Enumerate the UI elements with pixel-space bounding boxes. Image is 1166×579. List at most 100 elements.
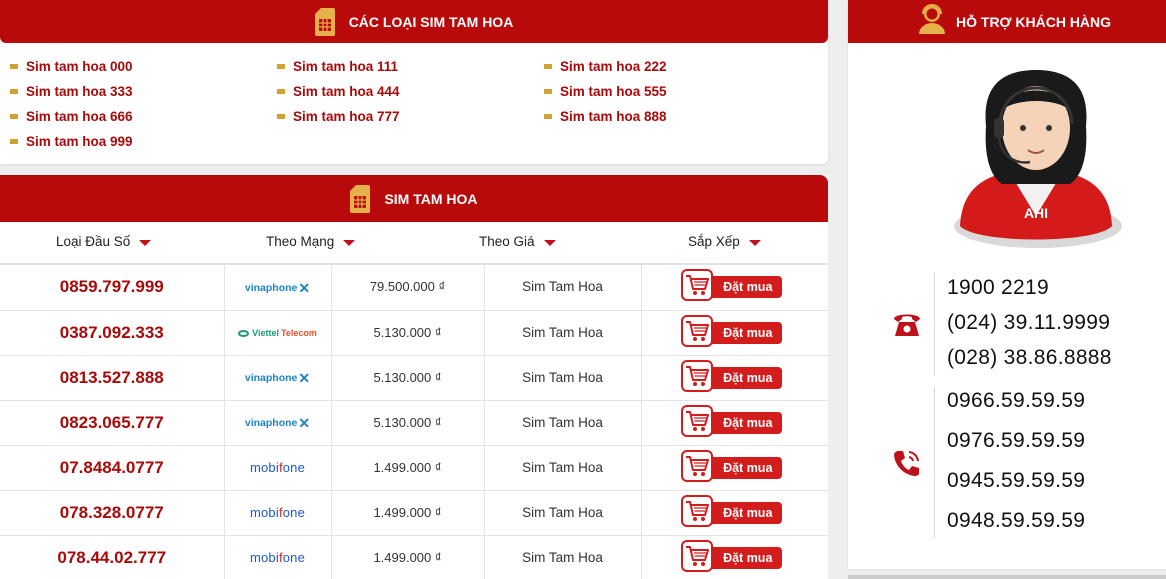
cell-buy: Đặt mua bbox=[641, 355, 828, 401]
sim-number-link[interactable]: 0387.092.333 bbox=[60, 323, 164, 342]
sim-table: 0859.797.999 vinaphone ✕ 79.500.000 ₫ Sim Ta… bbox=[0, 265, 828, 579]
landline-group: 1900 2219 (024) 39.11.9999 (028) 38.86.8… bbox=[848, 272, 1166, 376]
cell-buy: Đặt mua bbox=[641, 535, 828, 579]
sim-number-link[interactable]: 0813.527.888 bbox=[60, 368, 164, 387]
logo-text: mobi bbox=[249, 459, 279, 475]
cell-type: Sim Tam Hoa bbox=[484, 535, 642, 579]
category-link-999[interactable]: Sim tam hoa 999 bbox=[10, 134, 133, 149]
bullet-icon bbox=[10, 114, 18, 119]
mobile-number-2[interactable]: 0976.59.59.59 bbox=[947, 429, 1085, 453]
shopping-cart-icon bbox=[681, 359, 714, 392]
buy-button[interactable]: Đặt mua bbox=[681, 314, 783, 347]
caret-down-icon bbox=[343, 239, 356, 246]
hotline-number[interactable]: 1900 2219 bbox=[947, 276, 1049, 300]
cell-number: 078.44.02.777 bbox=[0, 535, 225, 579]
sim-number-link[interactable]: 0859.797.999 bbox=[60, 277, 164, 296]
sim-price: 5.130.000 ₫ bbox=[373, 324, 442, 340]
cell-type: Sim Tam Hoa bbox=[484, 355, 642, 401]
sim-row: 0813.527.888 vinaphone ✕ 5.130.000 ₫ Sim Tam… bbox=[0, 355, 828, 401]
cell-type: Sim Tam Hoa bbox=[484, 445, 642, 491]
category-label: Sim tam hoa 333 bbox=[26, 84, 133, 99]
category-link-333[interactable]: Sim tam hoa 333 bbox=[10, 84, 133, 99]
buy-button[interactable]: Đặt mua bbox=[681, 359, 783, 392]
sim-category-title: CÁC LOẠI SIM TAM HOA bbox=[348, 13, 514, 30]
cell-type: Sim Tam Hoa bbox=[484, 265, 642, 311]
sim-row: 0823.065.777 vinaphone ✕ 5.130.000 ₫ Sim Tam… bbox=[0, 400, 828, 446]
vinaphone-mark-icon: ✕ bbox=[298, 414, 311, 431]
logo-text: Viettel bbox=[252, 328, 279, 338]
filter-price-dropdown[interactable]: Theo Giá bbox=[479, 234, 556, 249]
sim-row: 078.44.02.777 mobifone 1.499.000 ₫ Sim Tam … bbox=[0, 535, 828, 579]
caret-down-icon bbox=[543, 239, 556, 246]
hcm-number[interactable]: (028) 38.86.8888 bbox=[947, 346, 1112, 370]
sim-number-link[interactable]: 0823.065.777 bbox=[60, 413, 164, 432]
sim-row: 0859.797.999 vinaphone ✕ 79.500.000 ₫ Sim Ta… bbox=[0, 265, 828, 311]
logo-text: one bbox=[282, 504, 306, 520]
category-link-222[interactable]: Sim tam hoa 222 bbox=[544, 59, 667, 74]
page: CÁC LOẠI SIM TAM HOA Sim tam hoa 000 Sim… bbox=[0, 0, 1166, 579]
sim-list-panel: SIM TAM HOA Loại Đầu Số Theo Mạng Theo G… bbox=[0, 175, 828, 579]
cell-network: vinaphone ✕ bbox=[224, 400, 332, 446]
vinaphone-logo: vinaphone ✕ bbox=[245, 370, 310, 387]
sim-number-link[interactable]: 078.328.0777 bbox=[60, 503, 164, 522]
category-label: Sim tam hoa 777 bbox=[293, 109, 400, 124]
category-link-888[interactable]: Sim tam hoa 888 bbox=[544, 109, 667, 124]
vinaphone-logo: vinaphone ✕ bbox=[245, 415, 310, 432]
mobile-number-3[interactable]: 0945.59.59.59 bbox=[947, 469, 1085, 493]
cell-price: 5.130.000 ₫ bbox=[331, 355, 485, 401]
filter-network-dropdown[interactable]: Theo Mạng bbox=[266, 234, 356, 249]
buy-button[interactable]: Đặt mua bbox=[681, 539, 783, 572]
cell-buy: Đặt mua bbox=[641, 400, 828, 446]
cell-number: 0387.092.333 bbox=[0, 310, 225, 356]
cell-buy: Đặt mua bbox=[641, 265, 828, 311]
logo-text: one bbox=[282, 459, 306, 475]
category-link-000[interactable]: Sim tam hoa 000 bbox=[10, 59, 133, 74]
logo-text: mobi bbox=[249, 549, 279, 565]
bullet-icon bbox=[544, 64, 552, 69]
buy-button[interactable]: Đặt mua bbox=[681, 494, 783, 527]
logo-text: Telecom bbox=[281, 328, 317, 338]
filter-label: Sắp Xếp bbox=[688, 234, 740, 249]
cell-number: 078.328.0777 bbox=[0, 490, 225, 536]
buy-button[interactable]: Đặt mua bbox=[681, 404, 783, 437]
category-label: Sim tam hoa 999 bbox=[26, 134, 133, 149]
category-link-444[interactable]: Sim tam hoa 444 bbox=[277, 84, 400, 99]
sim-list-title: SIM TAM HOA bbox=[384, 190, 478, 207]
sim-number-link[interactable]: 07.8484.0777 bbox=[60, 458, 164, 477]
sim-number-link[interactable]: 078.44.02.777 bbox=[57, 548, 166, 567]
buy-button[interactable]: Đặt mua bbox=[681, 449, 783, 482]
buy-button[interactable]: Đặt mua bbox=[681, 269, 783, 302]
filter-sort-dropdown[interactable]: Sắp Xếp bbox=[688, 234, 761, 249]
sim-row: 0387.092.333 Viettel Telecom 5.130.000 ₫ Sim… bbox=[0, 310, 828, 356]
caret-down-icon bbox=[139, 239, 152, 246]
sim-type: Sim Tam Hoa bbox=[522, 279, 603, 295]
vinaphone-logo: vinaphone ✕ bbox=[245, 280, 310, 297]
sim-price: 1.499.000 ₫ bbox=[373, 459, 442, 475]
cell-price: 5.130.000 ₫ bbox=[331, 400, 485, 446]
cell-network: mobifone bbox=[224, 445, 332, 491]
mobile-group: 0966.59.59.59 0976.59.59.59 0945.59.59.5… bbox=[848, 388, 1166, 538]
sim-category-panel: CÁC LOẠI SIM TAM HOA Sim tam hoa 000 Sim… bbox=[0, 0, 828, 164]
hanoi-number[interactable]: (024) 39.11.9999 bbox=[947, 311, 1110, 335]
category-link-111[interactable]: Sim tam hoa 111 bbox=[277, 59, 398, 74]
filter-prefix-dropdown[interactable]: Loại Đầu Số bbox=[56, 234, 152, 249]
mobile-number-4[interactable]: 0948.59.59.59 bbox=[947, 509, 1085, 533]
category-link-777[interactable]: Sim tam hoa 777 bbox=[277, 109, 400, 124]
mobifone-logo: mobifone bbox=[250, 460, 305, 475]
category-label: Sim tam hoa 000 bbox=[26, 59, 133, 74]
category-label: Sim tam hoa 888 bbox=[560, 109, 667, 124]
filter-label: Loại Đầu Số bbox=[56, 234, 131, 249]
category-link-666[interactable]: Sim tam hoa 666 bbox=[10, 109, 133, 124]
bullet-icon bbox=[277, 64, 285, 69]
support-agent-icon bbox=[918, 4, 946, 39]
shopping-cart-icon bbox=[681, 314, 714, 347]
sim-card-icon bbox=[350, 184, 371, 213]
cell-price: 5.130.000 ₫ bbox=[331, 310, 485, 356]
sim-price: 5.130.000 ₫ bbox=[373, 414, 442, 430]
cell-number: 0823.065.777 bbox=[0, 400, 225, 446]
support-agent-avatar: AHI bbox=[946, 66, 1126, 256]
avatar-badge-text: AHI bbox=[1024, 205, 1048, 221]
logo-text: vinaphone bbox=[244, 282, 298, 294]
mobile-number-1[interactable]: 0966.59.59.59 bbox=[947, 389, 1085, 413]
category-link-555[interactable]: Sim tam hoa 555 bbox=[544, 84, 667, 99]
